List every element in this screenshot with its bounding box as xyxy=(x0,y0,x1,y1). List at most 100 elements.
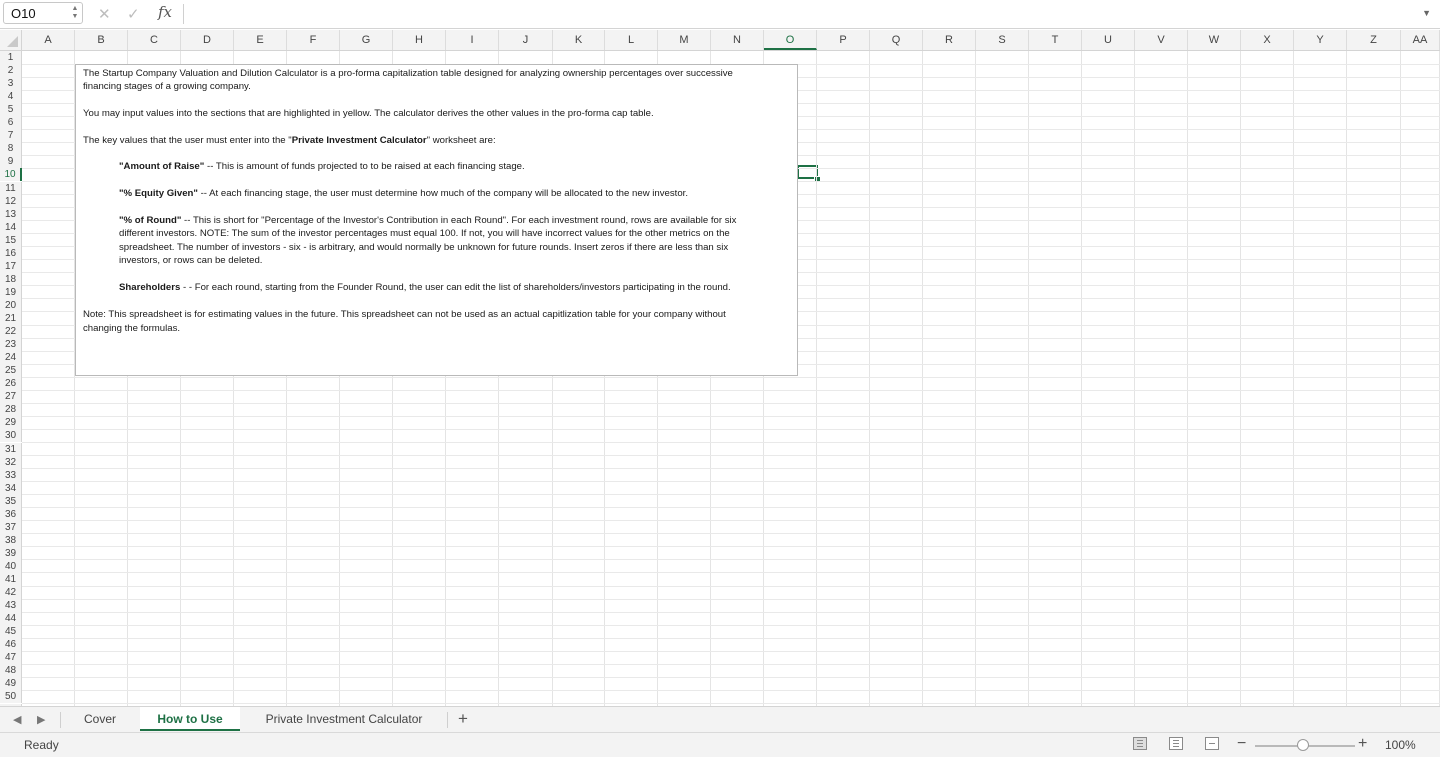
fx-icon[interactable]: fx xyxy=(158,3,172,21)
row-header[interactable]: 4 xyxy=(0,90,22,104)
row-header[interactable]: 10 xyxy=(0,168,22,182)
tab-cover[interactable]: Cover xyxy=(61,707,139,731)
row-header[interactable]: 44 xyxy=(0,612,22,626)
column-header[interactable]: O xyxy=(764,30,817,50)
column-header[interactable]: A xyxy=(22,30,75,50)
row-header[interactable]: 50 xyxy=(0,690,22,704)
page-break-view-icon[interactable] xyxy=(1205,737,1219,750)
row-header[interactable]: 30 xyxy=(0,429,22,443)
row-header[interactable]: 49 xyxy=(0,677,22,691)
row-header[interactable]: 31 xyxy=(0,442,22,456)
column-header[interactable]: L xyxy=(605,30,658,50)
page-layout-view-icon[interactable] xyxy=(1169,737,1183,750)
row-header[interactable]: 8 xyxy=(0,142,22,156)
row-header[interactable]: 27 xyxy=(0,390,22,404)
column-header[interactable]: W xyxy=(1188,30,1241,50)
zoom-in-button[interactable]: + xyxy=(1358,735,1367,753)
column-header[interactable]: H xyxy=(393,30,446,50)
row-header[interactable]: 33 xyxy=(0,468,22,482)
zoom-level[interactable]: 100% xyxy=(1385,738,1416,752)
chevron-down-icon[interactable]: ▼ xyxy=(1422,8,1431,18)
column-header[interactable]: D xyxy=(181,30,234,50)
column-header[interactable]: S xyxy=(976,30,1029,50)
row-header[interactable]: 37 xyxy=(0,520,22,534)
tab-how-to-use[interactable]: How to Use xyxy=(140,707,240,731)
row-header[interactable]: 45 xyxy=(0,625,22,639)
row-header[interactable]: 13 xyxy=(0,207,22,221)
column-header[interactable]: M xyxy=(658,30,711,50)
shareholders-text: - - For each round, starting from the Fo… xyxy=(180,282,731,293)
row-header[interactable]: 29 xyxy=(0,416,22,430)
zoom-out-button[interactable]: − xyxy=(1237,735,1246,753)
row-header[interactable]: 41 xyxy=(0,573,22,586)
row-header[interactable]: 3 xyxy=(0,77,22,91)
column-header[interactable]: Q xyxy=(870,30,923,50)
column-header[interactable]: U xyxy=(1082,30,1135,50)
row-header[interactable]: 6 xyxy=(0,116,22,130)
column-header[interactable]: T xyxy=(1029,30,1082,50)
row-header[interactable]: 36 xyxy=(0,507,22,521)
column-header[interactable]: G xyxy=(340,30,393,50)
row-header[interactable]: 26 xyxy=(0,377,22,391)
row-header[interactable]: 22 xyxy=(0,325,22,339)
row-header[interactable]: 16 xyxy=(0,246,22,260)
row-header[interactable]: 12 xyxy=(0,194,22,208)
name-box-stepper-icon[interactable]: ▲ ▼ xyxy=(71,5,79,21)
next-sheet-icon[interactable]: ▶ xyxy=(37,713,45,726)
row-header[interactable]: 1 xyxy=(0,51,22,64)
row-header[interactable]: 21 xyxy=(0,312,22,325)
row-header[interactable]: 39 xyxy=(0,546,22,560)
row-header[interactable]: 32 xyxy=(0,455,22,469)
row-header[interactable]: 15 xyxy=(0,233,22,247)
column-header[interactable]: V xyxy=(1135,30,1188,50)
row-header[interactable]: 28 xyxy=(0,403,22,417)
row-header[interactable]: 42 xyxy=(0,586,22,600)
column-header[interactable]: I xyxy=(446,30,499,50)
row-header[interactable]: 35 xyxy=(0,494,22,508)
check-icon[interactable]: ✓ xyxy=(127,5,140,23)
column-header[interactable]: K xyxy=(553,30,605,50)
tab-private-investment-calculator[interactable]: Private Investment Calculator xyxy=(241,707,447,731)
row-header[interactable]: 24 xyxy=(0,351,22,365)
column-header[interactable]: R xyxy=(923,30,976,50)
column-header[interactable]: B xyxy=(75,30,128,50)
normal-view-icon[interactable] xyxy=(1133,737,1147,750)
column-header[interactable]: Z xyxy=(1347,30,1401,50)
row-header[interactable]: 9 xyxy=(0,155,22,169)
row-header[interactable]: 25 xyxy=(0,364,22,378)
instructions-text-box[interactable]: The Startup Company Valuation and Diluti… xyxy=(75,64,798,376)
row-header[interactable]: 19 xyxy=(0,285,22,299)
select-all-corner[interactable] xyxy=(0,30,22,50)
row-header[interactable]: 11 xyxy=(0,181,22,195)
column-header[interactable]: J xyxy=(499,30,553,50)
row-header[interactable]: 14 xyxy=(0,220,22,234)
zoom-slider-thumb[interactable] xyxy=(1297,739,1309,751)
row-header[interactable]: 2 xyxy=(0,64,22,78)
add-sheet-button[interactable]: + xyxy=(458,709,468,729)
row-header[interactable]: 5 xyxy=(0,103,22,117)
row-header[interactable]: 20 xyxy=(0,298,22,312)
row-header[interactable]: 7 xyxy=(0,129,22,143)
column-header[interactable]: F xyxy=(287,30,340,50)
amount-of-raise-line: "Amount of Raise" -- This is amount of f… xyxy=(119,160,779,174)
name-box[interactable]: O10 ▲ ▼ xyxy=(3,2,83,24)
column-header[interactable]: C xyxy=(128,30,181,50)
row-header[interactable]: 46 xyxy=(0,638,22,652)
x-icon[interactable]: ✕ xyxy=(98,5,111,23)
prev-sheet-icon[interactable]: ◀ xyxy=(13,713,21,726)
row-header[interactable]: 18 xyxy=(0,272,22,286)
column-header[interactable]: Y xyxy=(1294,30,1347,50)
column-header[interactable]: E xyxy=(234,30,287,50)
row-header[interactable]: 47 xyxy=(0,651,22,665)
column-header[interactable]: N xyxy=(711,30,764,50)
row-header[interactable]: 38 xyxy=(0,533,22,547)
column-header[interactable]: P xyxy=(817,30,870,50)
row-header[interactable]: 23 xyxy=(0,338,22,352)
row-header[interactable]: 40 xyxy=(0,559,22,573)
row-header[interactable]: 34 xyxy=(0,481,22,495)
row-header[interactable]: 48 xyxy=(0,664,22,678)
row-header[interactable]: 17 xyxy=(0,259,22,273)
column-header[interactable]: X xyxy=(1241,30,1294,50)
row-header[interactable]: 43 xyxy=(0,599,22,613)
column-header[interactable]: AA xyxy=(1401,30,1440,50)
